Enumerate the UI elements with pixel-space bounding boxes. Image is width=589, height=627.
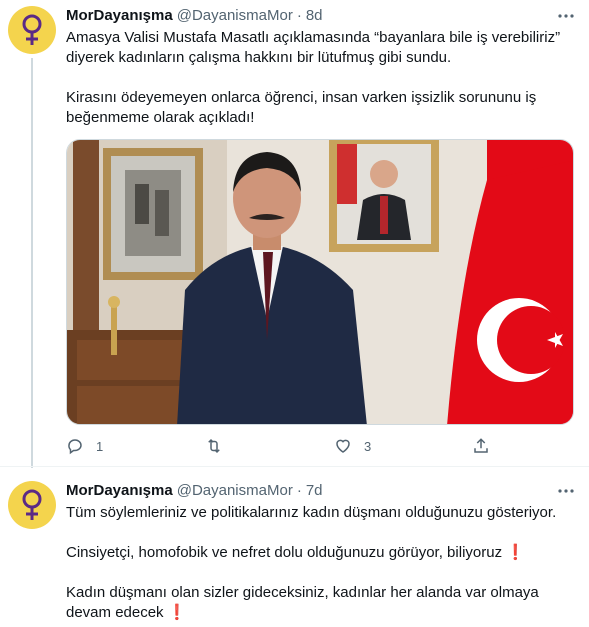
tweet-text: Amasya Valisi Mustafa Masatlı açıklaması… <box>66 28 575 128</box>
tweet[interactable]: MorDayanışma @DayanismaMor · 7d Tüm söyl… <box>0 466 589 627</box>
share-icon <box>474 438 488 453</box>
tweet-line: Kirasını ödeyemeyen onlarca öğrenci, ins… <box>66 89 537 106</box>
tweet-header: MorDayanışma @DayanismaMor · 8d <box>66 6 575 26</box>
exclamation-emoji: ❗ <box>167 604 187 621</box>
retweet-button[interactable] <box>204 434 236 458</box>
author-handle[interactable]: @DayanismaMor <box>177 481 293 501</box>
author-name[interactable]: MorDayanışma <box>66 481 173 501</box>
separator-dot: · <box>296 7 302 24</box>
reply-button[interactable]: 1 <box>66 434 103 458</box>
share-button[interactable] <box>472 434 490 458</box>
heart-icon <box>336 439 350 453</box>
timestamp[interactable]: 7d <box>306 481 323 501</box>
more-options-icon[interactable] <box>557 8 575 24</box>
separator-dot: · <box>296 482 302 499</box>
like-button[interactable]: 3 <box>334 434 371 458</box>
tweet-line: Kadın düşmanı olan sizler gideceksiniz, … <box>66 584 539 601</box>
tweet-line: devam edecek ❗ <box>66 604 187 621</box>
tweet-line: diyerek kadınların çalışma hakkını bir l… <box>66 49 452 66</box>
thread-line <box>31 58 33 468</box>
tweet-header: MorDayanışma @DayanismaMor · 7d <box>66 481 575 501</box>
venus-symbol-icon <box>22 489 42 520</box>
tweet-line: Tüm söylemleriniz ve politikalarınız kad… <box>66 504 557 521</box>
author-handle[interactable]: @DayanismaMor <box>177 6 293 26</box>
tweet-actions: 1 3 <box>58 434 498 458</box>
exclamation-emoji: ❗ <box>506 544 525 561</box>
timestamp[interactable]: 8d <box>306 6 323 26</box>
reply-icon <box>68 439 82 455</box>
tweet-line: Amasya Valisi Mustafa Masatlı açıklaması… <box>66 29 561 46</box>
tweet-line: beğenmeme olarak açıkladı! <box>66 109 255 126</box>
more-options-icon[interactable] <box>557 483 575 499</box>
like-count: 3 <box>364 438 372 454</box>
tweet-text: Tüm söylemleriniz ve politikalarınız kad… <box>66 503 575 623</box>
author-name[interactable]: MorDayanışma <box>66 6 173 26</box>
retweet-icon <box>208 438 220 454</box>
venus-symbol-icon <box>22 14 42 45</box>
avatar[interactable] <box>8 6 56 54</box>
tweet-line: Cinsiyetçi, homofobik ve nefret dolu old… <box>66 544 525 561</box>
avatar[interactable] <box>8 481 56 529</box>
tweet-photo[interactable] <box>66 139 574 425</box>
tweet[interactable]: MorDayanışma @DayanismaMor · 8d Amasya V… <box>0 0 589 468</box>
reply-count: 1 <box>96 438 104 454</box>
